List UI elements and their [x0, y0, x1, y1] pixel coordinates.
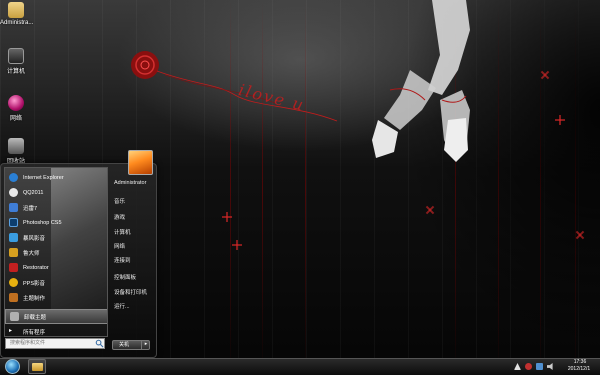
start-menu: Internet Explorer QQ2011 迅雷7 Photoshop C… — [0, 163, 157, 358]
user-folder-icon — [8, 2, 24, 18]
sparkle-decoration — [232, 240, 242, 250]
program-internet-explorer[interactable]: Internet Explorer — [5, 170, 107, 185]
baofeng-icon — [9, 233, 18, 242]
all-programs-button[interactable]: ▸ 所有程序 — [5, 324, 107, 336]
sparkle-decoration — [555, 115, 565, 125]
folder-icon — [31, 363, 43, 371]
start-button[interactable] — [5, 359, 20, 374]
program-restorator[interactable]: Restorator — [5, 260, 107, 275]
ie-icon — [9, 173, 18, 182]
menu-item-administrator[interactable]: Administrator — [114, 180, 146, 186]
program-theme-maker[interactable]: 主题制作 — [5, 290, 107, 305]
program-photoshop[interactable]: Photoshop CS5 — [5, 215, 107, 230]
desktop-icon-administrator[interactable]: Administra... — [0, 2, 33, 26]
program-baofeng[interactable]: 暴风影音 — [5, 230, 107, 245]
menu-item-control-panel[interactable]: 控制面板 — [114, 273, 136, 281]
clock-date[interactable]: 2012/12/1 — [561, 366, 597, 372]
taskbar — [0, 358, 600, 375]
restorator-icon — [9, 263, 18, 272]
computer-icon — [8, 48, 24, 64]
desktop-icon-computer[interactable]: 计算机 — [0, 48, 32, 75]
menu-item-run[interactable]: 运行... — [114, 302, 130, 310]
menu-item-devices-printers[interactable]: 设备和打印机 — [114, 288, 147, 296]
thunder-icon — [9, 203, 18, 212]
arrow-right-icon: ▸ — [9, 328, 13, 334]
photoshop-icon — [9, 218, 18, 227]
network-icon — [8, 95, 24, 111]
desktop-icon-network[interactable]: 网络 — [0, 95, 32, 122]
program-pps[interactable]: PPS影音 — [5, 275, 107, 290]
security-icon[interactable] — [525, 363, 532, 370]
network-tray-icon[interactable] — [536, 363, 543, 370]
menu-item-network[interactable]: 网络 — [114, 242, 125, 250]
qq-icon — [9, 188, 18, 197]
shutdown-options-icon[interactable]: ▸ — [141, 340, 150, 350]
ludashi-icon — [9, 248, 18, 257]
menu-item-music[interactable]: 音乐 — [114, 197, 125, 205]
search-icon[interactable] — [95, 339, 104, 348]
pps-icon — [9, 278, 18, 287]
uninstall-icon — [10, 312, 19, 321]
desktop-icon-recycle-bin[interactable]: 回收站 — [0, 138, 32, 165]
desktop: ilove u Administra... 计算机 网络 回收站 Interne… — [0, 0, 600, 375]
rose-illustration — [131, 51, 338, 122]
clock-time[interactable]: 17:36 — [566, 359, 594, 365]
search-input[interactable]: 搜索程序和文件 — [5, 338, 105, 349]
user-avatar[interactable] — [128, 150, 153, 175]
menu-item-computer[interactable]: 计算机 — [114, 228, 131, 236]
pinned-programs-list: Internet Explorer QQ2011 迅雷7 Photoshop C… — [4, 167, 108, 337]
program-thunder[interactable]: 迅雷7 — [5, 200, 107, 215]
wallpaper-figure — [372, 0, 470, 162]
sparkle-decoration — [222, 212, 232, 222]
theme-icon — [9, 293, 18, 302]
program-uninstall-theme[interactable]: 卸载主题 — [5, 309, 107, 324]
program-qq2011[interactable]: QQ2011 — [5, 185, 107, 200]
menu-item-games[interactable]: 游戏 — [114, 213, 125, 221]
explorer-taskbar-button[interactable] — [28, 359, 46, 374]
recycle-bin-icon — [8, 138, 24, 154]
menu-item-connect-to[interactable]: 连接到 — [114, 256, 131, 264]
program-ludashi[interactable]: 鲁大师 — [5, 245, 107, 260]
